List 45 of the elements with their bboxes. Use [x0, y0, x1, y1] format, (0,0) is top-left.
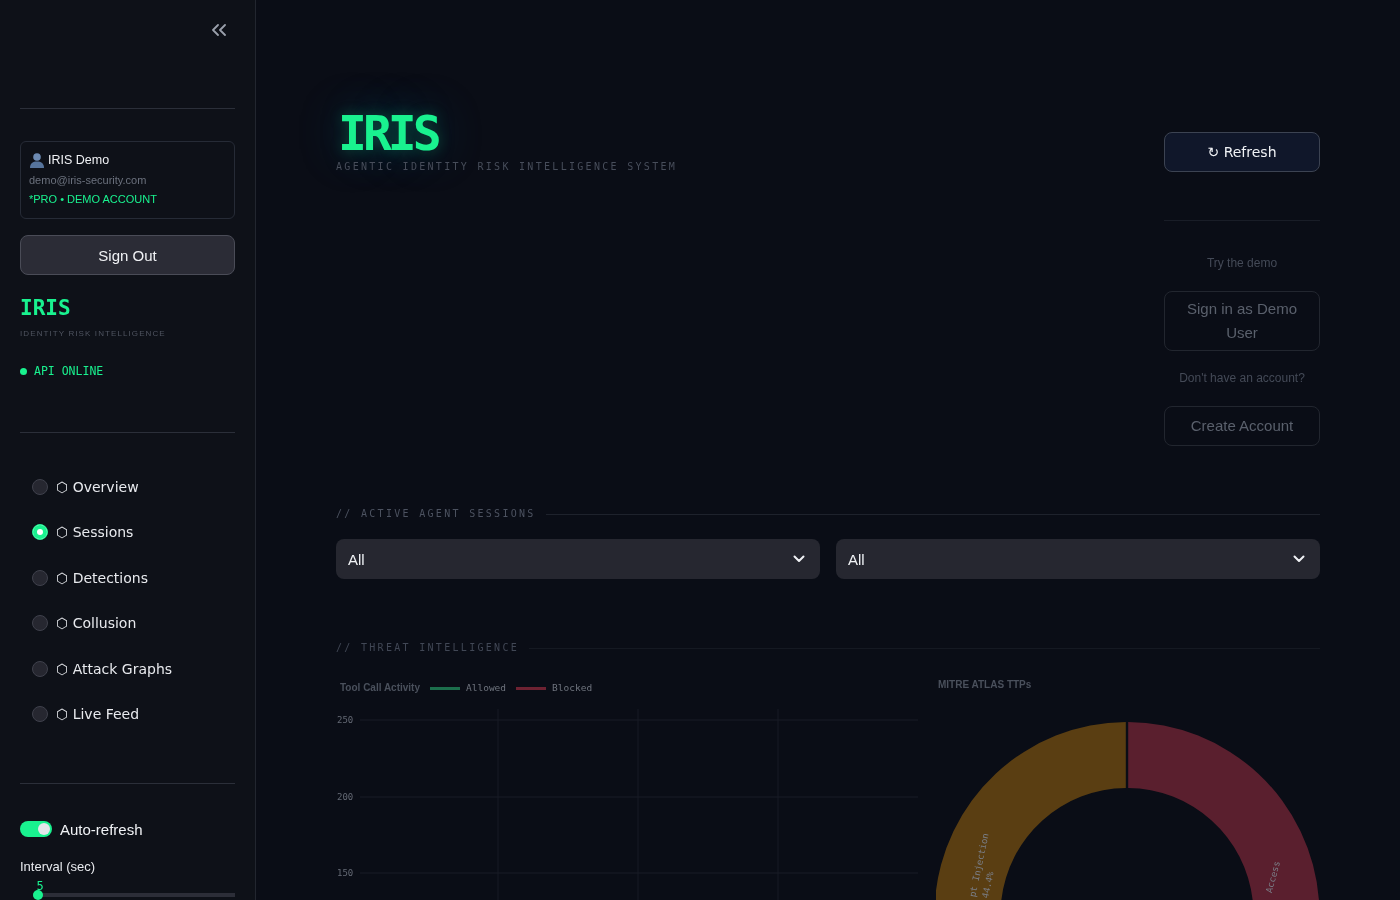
- user-name: IRIS Demo: [48, 153, 110, 167]
- legend-label: Blocked: [552, 682, 593, 694]
- section-heading: // THREAT INTELLIGENCE: [336, 641, 520, 655]
- auto-refresh-toggle[interactable]: Auto-refresh: [20, 819, 235, 839]
- nav-option[interactable]: ⬡ Overview: [20, 464, 235, 510]
- api-status-text: API ONLINE: [34, 364, 104, 378]
- axis-tick-label: 250: [337, 715, 354, 725]
- slice-label: Access: [1263, 860, 1283, 894]
- slider-value: 5: [35, 879, 45, 893]
- radio-button[interactable]: [32, 660, 48, 677]
- signup-prompt: Don't have an account?: [1178, 370, 1306, 387]
- toggle-switch[interactable]: [20, 821, 52, 837]
- nav-option[interactable]: ⬡ Detections: [20, 555, 235, 601]
- chart-title: MITRE ATLAS TTPs: [938, 680, 1032, 690]
- interval-label: Interval (sec): [20, 858, 97, 876]
- sidebar-logo-text: IRIS: [20, 296, 72, 320]
- nav-option[interactable]: ⬡ Attack Graphs: [20, 646, 235, 692]
- double-chevron-left-icon[interactable]: [212, 24, 226, 36]
- account-plan: *PRO • DEMO ACCOUNT: [29, 192, 158, 207]
- radio-button[interactable]: [32, 478, 48, 495]
- refresh-button[interactable]: ↻ Refresh: [1164, 132, 1320, 172]
- slider-thumb[interactable]: [33, 890, 43, 900]
- slider-track[interactable]: [33, 890, 235, 900]
- sign-out-button[interactable]: Sign Out: [20, 235, 235, 275]
- filter-select[interactable]: All: [336, 539, 820, 579]
- section-heading: // ACTIVE AGENT SESSIONS: [336, 507, 536, 521]
- sidebar-tagline: IDENTITY RISK INTELLIGENCE: [20, 328, 167, 340]
- radio-button[interactable]: [32, 706, 48, 723]
- page-subtitle: AGENTIC IDENTITY RISK INTELLIGENCE SYSTEM: [336, 160, 678, 174]
- nav-option[interactable]: ⬡ Collusion: [20, 600, 235, 646]
- page-title: IRIS: [338, 109, 438, 157]
- axis-tick-label: 200: [337, 792, 354, 802]
- nav-option[interactable]: ⬡ Live Feed: [20, 691, 235, 737]
- filter-select[interactable]: All: [836, 539, 1320, 579]
- radio-button[interactable]: [32, 615, 48, 632]
- user-email: demo@iris-security.com: [29, 173, 148, 188]
- demo-prompt: Try the demo: [1205, 255, 1279, 272]
- legend-label: Allowed: [466, 682, 507, 694]
- chart-title: Tool Call Activity: [340, 683, 420, 693]
- nav-option[interactable]: ⬡ Sessions: [20, 509, 235, 555]
- axis-tick-label: 150: [337, 868, 354, 878]
- user-icon: [29, 152, 45, 168]
- chevron-down-icon: [793, 555, 805, 563]
- radio-button[interactable]: [32, 569, 48, 586]
- chevron-down-icon: [1293, 555, 1305, 563]
